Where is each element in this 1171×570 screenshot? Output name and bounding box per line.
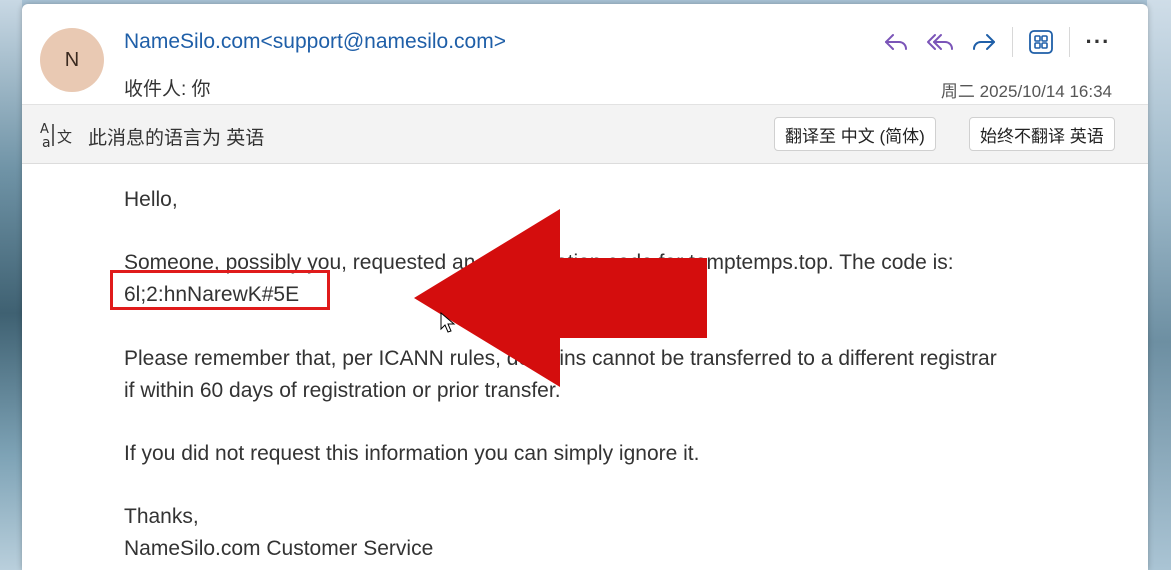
closing: Thanks, — [124, 505, 199, 528]
paragraph-line: If you did not request this information … — [124, 442, 700, 465]
forward-button[interactable] — [962, 24, 1006, 60]
svg-text:a: a — [42, 135, 51, 150]
email-reading-pane: N NameSilo.com<support@namesilo.com> 收件人… — [22, 4, 1148, 570]
sender-name[interactable]: NameSilo.com<support@namesilo.com> — [124, 30, 506, 54]
reply-button[interactable] — [874, 24, 918, 60]
message-actions: ··· — [874, 24, 1120, 60]
mouse-cursor-icon — [440, 312, 456, 333]
desktop-background-left — [0, 0, 22, 570]
translation-language-notice: 此消息的语言为 英语 — [88, 128, 265, 149]
toolbar-divider — [1012, 27, 1013, 57]
sent-datetime: 周二 2025/10/14 16:34 — [940, 82, 1112, 101]
apps-button[interactable] — [1019, 24, 1063, 60]
reply-all-button[interactable] — [918, 24, 962, 60]
signature: NameSilo.com Customer Service — [124, 537, 434, 560]
svg-text:文: 文 — [57, 128, 72, 146]
email-body: Hello, Someone, possibly you, requested … — [22, 162, 1148, 570]
email-header: N NameSilo.com<support@namesilo.com> 收件人… — [22, 4, 1148, 104]
annotation-arrow — [414, 209, 707, 387]
greeting: Hello, — [124, 188, 178, 211]
desktop-background-right — [1147, 0, 1171, 570]
forward-icon — [973, 34, 995, 50]
recipient-line: 收件人: 你 — [124, 79, 211, 100]
translation-bar: A a 文 此消息的语言为 英语 翻译至 中文 (简体) 始终不翻译 英语 — [22, 104, 1148, 164]
more-actions-button[interactable]: ··· — [1076, 24, 1120, 60]
toolbar-divider — [1069, 27, 1070, 57]
translate-icon: A a 文 — [40, 122, 72, 150]
reply-icon — [885, 34, 907, 50]
apps-grid-icon — [1029, 30, 1053, 54]
reply-all-icon — [927, 34, 953, 50]
never-translate-button[interactable]: 始终不翻译 英语 — [969, 117, 1115, 151]
code-highlight-box — [110, 270, 330, 310]
translate-to-chinese-button[interactable]: 翻译至 中文 (简体) — [774, 117, 936, 151]
avatar[interactable]: N — [40, 28, 104, 92]
